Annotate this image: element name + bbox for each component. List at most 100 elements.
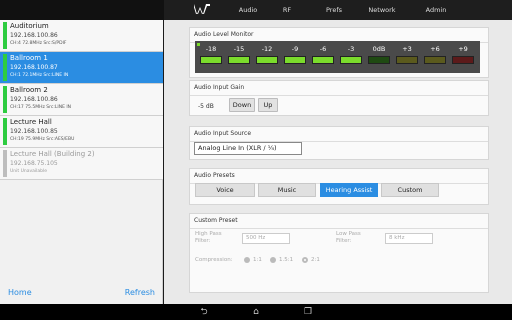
status-stripe [3,54,7,81]
system-nav-bar: ⮌ ⌂ ❐ [0,304,512,320]
status-stripe [3,22,7,49]
meter-segment: -15 [225,41,253,73]
unit-info: CH:19 75.9MHz Src:AES/EBU [10,137,75,142]
list-footer: Home Refresh [0,282,163,304]
back-icon[interactable]: ⮌ [197,307,211,317]
input-gain-title: Audio Input Gain [190,81,488,96]
meter-label: 0dB [372,45,386,53]
unit-name: Ballroom 1 [10,54,48,62]
refresh-button[interactable]: Refresh [125,288,155,297]
custom-preset-title: Custom Preset [190,214,488,229]
ratio-radio[interactable] [244,257,250,263]
preset-hearing-assist-button[interactable]: Hearing Assist [320,183,378,197]
unit-item[interactable]: Ballroom 2 192.168.100.86 CH:17 75.5MHz … [0,84,163,116]
custom-preset-card: Custom Preset High Pass Filter: 500 Hz L… [189,213,489,293]
meter-bar [200,56,222,64]
recent-apps-icon[interactable]: ❐ [301,307,315,317]
status-stripe [3,150,7,177]
meter-bar [312,56,334,64]
meter-label: -6 [319,45,327,53]
meter-label: -3 [347,45,355,53]
meter-bar [284,56,306,64]
unit-name: Ballroom 2 [10,86,48,94]
gain-down-button[interactable]: Down [229,98,255,112]
unit-info: CH:17 75.5MHz Src:LINE IN [10,105,72,110]
meter-segment: -12 [253,41,281,73]
audio-settings-panel: Audio Level Monitor -18 -15 -12 -9 -6 -3… [164,20,512,304]
status-stripe [3,118,7,145]
tab-network[interactable]: Network [362,0,402,20]
meter-segment: -3 [337,41,365,73]
input-source-select[interactable]: Analog Line In (XLR / ¼) [194,142,302,155]
gain-up-button[interactable]: Up [258,98,278,112]
unit-name: Lecture Hall [10,118,52,126]
audio-presets-title: Audio Presets [190,169,488,184]
meter-segment: 0dB [365,41,393,73]
meter-segment: -6 [309,41,337,73]
app-logo-icon [194,4,210,14]
unit-info: Unit Unavailable [10,169,48,174]
unit-ip: 192.168.100.85 [10,128,58,135]
meter-bar [228,56,250,64]
unit-item[interactable]: Auditorium 192.168.100.86 CH:4 72.8MHz S… [0,20,163,52]
meter-label: -15 [233,45,245,53]
unit-item[interactable]: Lecture Hall 192.168.100.85 CH:19 75.9MH… [0,116,163,148]
unit-ip: 192.168.100.87 [10,64,58,71]
meter-label: +3 [402,45,412,53]
unit-ip: 192.168.100.86 [10,32,58,39]
input-source-card: Audio Input Source Analog Line In (XLR /… [189,126,489,160]
unit-item[interactable]: Lecture Hall (Building 2) 192.168.75.105… [0,148,163,180]
meter-segment: +9 [449,41,477,73]
low-pass-input[interactable]: 8 kHz [385,233,433,244]
level-monitor-card: Audio Level Monitor -18 -15 -12 -9 -6 -3… [189,27,489,78]
home-icon[interactable]: ⌂ [249,307,263,317]
meter-bar [368,56,390,64]
tab-admin[interactable]: Admin [416,0,456,20]
tab-prefs[interactable]: Prefs [314,0,354,20]
gain-value: -5 dB [198,103,214,110]
ratio-label: 1.5:1 [279,257,294,263]
tab-rf[interactable]: RF [272,0,302,20]
preset-custom-button[interactable]: Custom [381,183,439,197]
compression-label: Compression: [195,257,233,263]
meter-bar [424,56,446,64]
preset-voice-button[interactable]: Voice [195,183,255,197]
ratio-radio[interactable] [302,257,308,263]
unit-info: CH:1 72.1MHz Src:LINE IN [10,73,69,78]
ratio-radio[interactable] [270,257,276,263]
meter-label: +9 [458,45,468,53]
input-gain-card: Audio Input Gain -5 dB Down Up [189,80,489,116]
ratio-label: 2:1 [311,257,320,263]
input-source-title: Audio Input Source [190,127,488,142]
meter-label: -12 [261,45,273,53]
meter-bar [256,56,278,64]
unit-info: CH:4 72.8MHz Src:S/PDIF [10,41,67,46]
meter-bar [396,56,418,64]
unit-name: Lecture Hall (Building 2) [10,150,95,158]
meter-segment: -18 [197,41,225,73]
meter-label: -18 [205,45,217,53]
meter-segment: +3 [393,41,421,73]
high-pass-input[interactable]: 500 Hz [242,233,290,244]
meter-segment: -9 [281,41,309,73]
unit-item[interactable]: Ballroom 1 192.168.100.87 CH:1 72.1MHz S… [0,52,163,84]
audio-presets-card: Audio Presets Voice Music Hearing Assist… [189,168,489,205]
meter-label: -9 [291,45,299,53]
unit-ip: 192.168.100.86 [10,96,58,103]
meter-bar [452,56,474,64]
high-pass-label: High Pass Filter: [195,231,222,244]
low-pass-label: Low Pass Filter: [336,231,361,244]
level-meter: -18 -15 -12 -9 -6 -3 0dB +3 +6 +9 [195,41,480,73]
meter-bar [340,56,362,64]
unit-ip: 192.168.75.105 [10,160,58,167]
meter-label: +6 [430,45,440,53]
app-header: Audio RF Prefs Network Admin [164,0,512,20]
home-button[interactable]: Home [8,288,32,297]
tab-audio[interactable]: Audio [224,0,272,20]
unit-list: Auditorium 192.168.100.86 CH:4 72.8MHz S… [0,20,163,180]
unit-name: Auditorium [10,22,49,30]
unit-list-pane: Auditorium 192.168.100.86 CH:4 72.8MHz S… [0,20,163,304]
ratio-label: 1:1 [253,257,262,263]
preset-music-button[interactable]: Music [258,183,316,197]
meter-segment: +6 [421,41,449,73]
